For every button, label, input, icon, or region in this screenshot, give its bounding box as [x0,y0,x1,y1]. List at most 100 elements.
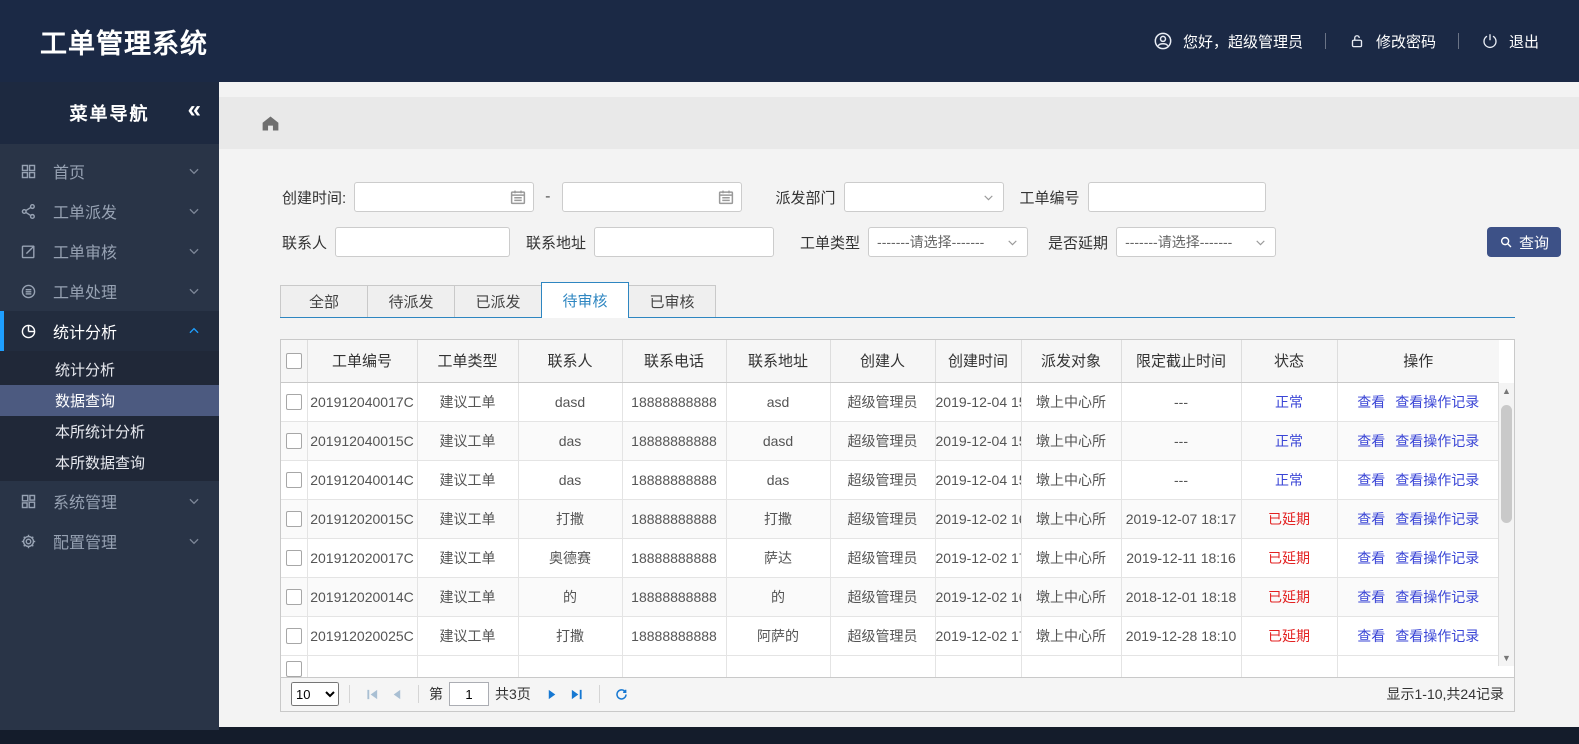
top-header: 工单管理系统 您好，超级管理员 修改密码 退出 [0,0,1579,82]
row-checkbox[interactable] [285,432,302,449]
view-link[interactable]: 查看 [1357,433,1385,449]
cell-address: dasd [726,421,831,461]
page-number-input[interactable] [449,682,489,706]
logout-button[interactable]: 退出 [1481,31,1539,52]
tab-to-dispatch[interactable]: 待派发 [367,285,455,317]
contact-input[interactable] [336,228,510,256]
view-log-link[interactable]: 查看操作记录 [1395,550,1479,566]
table-row: 201912040014C 建议工单 das 18888888888 das 超级管理员 2… [281,460,1499,500]
sidebar-menu: 首页 工单派发 工单审核 工单处理 统计分析 统计分析 数据查询 本所统计分析 … [0,151,219,561]
row-checkbox[interactable] [285,393,302,410]
sidebar-item-review[interactable]: 工单审核 [0,231,219,271]
row-checkbox[interactable] [285,588,302,605]
sidebar-item-system[interactable]: 系统管理 [0,481,219,521]
view-log-link[interactable]: 查看操作记录 [1395,394,1479,410]
search-button-label: 查询 [1518,234,1549,252]
row-checkbox[interactable] [285,627,302,644]
cell-deadline: --- [1121,421,1242,461]
cell-created: 2019-12-04 15 [935,460,1022,500]
gear-icon [20,533,38,550]
order-no-field [1087,182,1266,212]
submenu-item-local-data-query[interactable]: 本所数据查询 [0,447,219,478]
address-input[interactable] [595,228,774,256]
select-placeholder: -------请选择------- [877,234,985,250]
view-log-link[interactable]: 查看操作记录 [1395,433,1479,449]
next-page-button[interactable] [541,682,565,706]
range-separator: - [545,188,551,205]
view-link[interactable]: 查看 [1357,394,1385,410]
cell-target: 墩上中心所 [1021,421,1122,461]
cell-creator: 超级管理员 [830,382,936,422]
calendar-icon[interactable] [717,188,735,211]
scrollbar-thumb[interactable] [1501,405,1512,523]
view-log-link[interactable]: 查看操作记录 [1395,589,1479,605]
view-log-link[interactable]: 查看操作记录 [1395,472,1479,488]
view-link[interactable]: 查看 [1357,589,1385,605]
page-prefix: 第 [429,686,443,702]
change-password-button[interactable]: 修改密码 [1348,31,1436,52]
tab-dispatched[interactable]: 已派发 [454,285,542,317]
logout-label: 退出 [1508,33,1539,51]
order-no-input[interactable] [1088,183,1265,211]
cell-phone: 18888888888 [622,382,727,422]
collapse-sidebar-icon[interactable]: « [188,96,201,125]
row-checkbox[interactable] [285,660,302,677]
sidebar-item-dispatch[interactable]: 工单派发 [0,191,219,231]
cell-contact: 奥德赛 [518,538,623,578]
cell-order-no: 201912040015C [307,421,418,461]
sidebar-item-config[interactable]: 配置管理 [0,521,219,561]
first-page-button[interactable] [360,682,384,706]
cell-order-type: 建议工单 [417,616,519,656]
home-icon[interactable] [260,113,281,134]
dispatch-dept-select[interactable] [843,182,1004,212]
search-button[interactable]: 查询 [1487,227,1561,257]
submenu-item-data-query[interactable]: 数据查询 [0,385,219,416]
page-size-select[interactable]: 10 [291,682,339,706]
user-greeting[interactable]: 您好，超级管理员 [1153,31,1303,52]
view-link[interactable]: 查看 [1357,628,1385,644]
tab-all[interactable]: 全部 [280,285,368,317]
sidebar-item-home[interactable]: 首页 [0,151,219,191]
tab-to-review[interactable]: 待审核 [541,282,629,318]
status-text: 已延期 [1241,577,1338,617]
sidebar-item-label: 配置管理 [53,535,118,552]
view-log-link[interactable]: 查看操作记录 [1395,511,1479,527]
delay-select[interactable]: -------请选择------- [1116,227,1277,257]
cell-address: das [726,460,831,500]
cell-target: 墩上中心所 [1021,460,1122,500]
refresh-icon[interactable] [610,682,634,706]
submenu-item-local-statistics[interactable]: 本所统计分析 [0,416,219,447]
scroll-up-icon[interactable]: ▲ [1502,386,1511,396]
calendar-icon[interactable] [509,188,527,211]
tab-reviewed[interactable]: 已审核 [628,285,716,317]
row-checkbox[interactable] [285,549,302,566]
order-type-select[interactable]: -------请选择------- [868,227,1029,257]
sidebar-header: 菜单导航 « [0,82,219,144]
cell-phone: 18888888888 [622,538,727,578]
row-checkbox[interactable] [285,510,302,527]
prev-page-button[interactable] [384,682,408,706]
last-page-button[interactable] [565,682,589,706]
view-link[interactable]: 查看 [1357,511,1385,527]
view-log-link[interactable]: 查看操作记录 [1395,628,1479,644]
create-time-end-input[interactable] [562,183,741,211]
submenu-item-statistics-analysis[interactable]: 统计分析 [0,354,219,385]
table-scrollbar[interactable]: ▲ ▼ [1498,383,1514,666]
cell-creator: 超级管理员 [830,499,936,539]
cell-creator: 超级管理员 [830,460,936,500]
cell-phone: 18888888888 [622,460,727,500]
scroll-down-icon[interactable]: ▼ [1502,653,1511,663]
create-time-start-input[interactable] [355,183,534,211]
cell-created: 2019-12-02 16 [935,499,1022,539]
view-link[interactable]: 查看 [1357,472,1385,488]
sidebar-item-statistics[interactable]: 统计分析 [0,311,219,351]
table-row: 201912040015C 建议工单 das 18888888888 dasd 超级管理员… [281,421,1499,461]
filter-row-2: 联系人 联系地址 工单类型 -------请选择------- 是否延期 ---… [219,227,1579,257]
row-checkbox[interactable] [285,471,302,488]
view-link[interactable]: 查看 [1357,550,1385,566]
sidebar-item-process[interactable]: 工单处理 [0,271,219,311]
col-actions: 操作 [1337,340,1499,383]
chevron-down-icon [1254,236,1267,249]
select-all-checkbox[interactable] [285,352,302,369]
header-actions: 您好，超级管理员 修改密码 退出 [1153,31,1539,52]
